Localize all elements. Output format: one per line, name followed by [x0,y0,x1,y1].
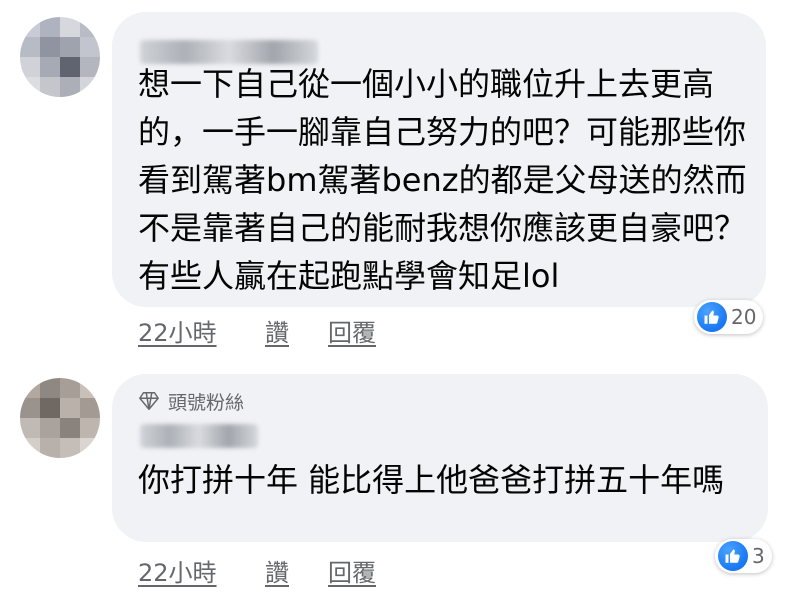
reaction-summary[interactable]: 20 [694,300,764,334]
comment-text: 想一下自己從一個小小的職位升上去更高的，一手一腳靠自己努力的吧？可能那些你看到駕… [138,65,747,295]
avatar[interactable] [20,378,100,458]
timestamp-link[interactable]: 22小時 [138,553,217,588]
top-fan-badge: 頭號粉絲 [138,387,244,415]
diamond-icon [139,392,159,410]
comment-text: 你打拼十年 能比得上他爸爸打拼五十年嗎 [138,461,725,499]
timestamp-link[interactable]: 22小時 [138,313,217,348]
reply-button[interactable]: 回覆 [328,313,376,348]
commenter-name-blurred[interactable] [140,424,258,448]
like-icon [718,541,748,571]
reaction-summary[interactable]: 3 [715,539,772,573]
reaction-count: 20 [731,305,757,329]
like-button[interactable]: 讚 [265,313,289,348]
badge-label: 頭號粉絲 [168,391,245,414]
avatar[interactable] [20,17,100,97]
reply-button[interactable]: 回覆 [328,553,376,588]
like-icon [697,302,727,332]
like-button[interactable]: 讚 [265,553,289,588]
reaction-count: 3 [752,544,765,568]
